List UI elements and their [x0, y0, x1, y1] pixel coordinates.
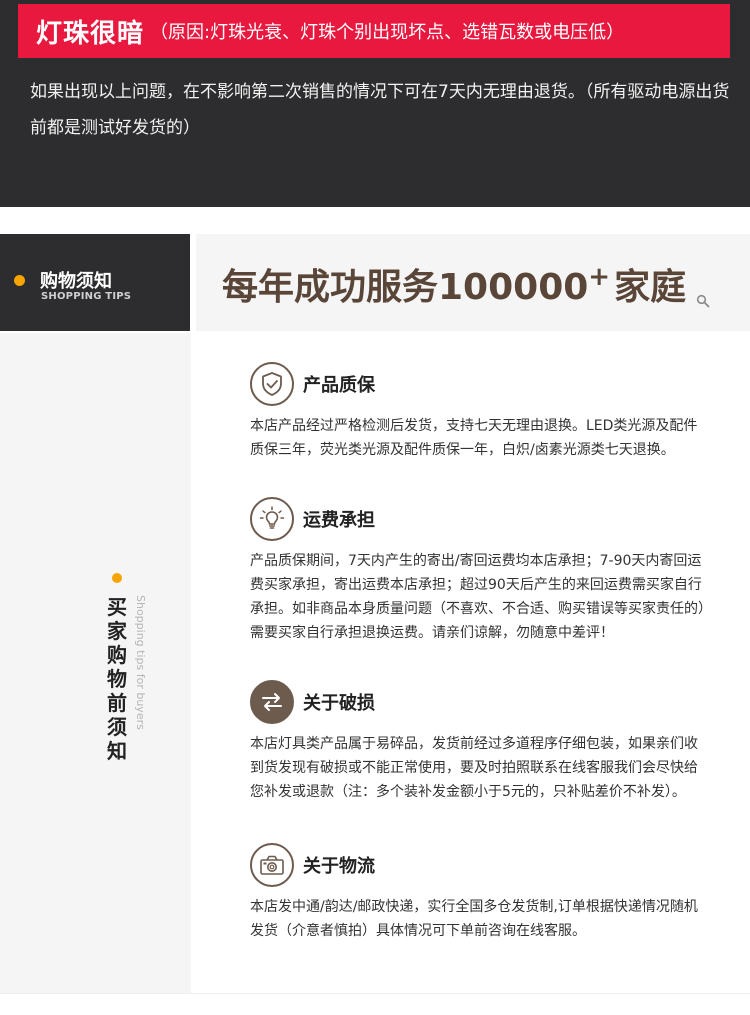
slogan-banner: 每年成功服务100000+ 家庭 [196, 234, 750, 331]
divider [0, 993, 750, 994]
section-damage: 关于破损 本店灯具类产品属于易碎品，发货前经过多道程序仔细包装，如果亲们收到货发… [250, 680, 710, 804]
sidebar-subtitle: Shopping tips for buyers [134, 595, 147, 730]
sidebar-title: 买家购物前须知 [107, 595, 127, 763]
camera-icon [250, 843, 294, 887]
slogan-text: 每年成功服务100000+ 家庭 [222, 258, 686, 310]
slogan-main: 每年成功服务100000 [222, 267, 589, 308]
slogan-plus: + [588, 262, 611, 292]
exchange-arrows-icon [250, 680, 294, 724]
section-shipping-fee: 运费承担 产品质保期间，7天内产生的寄出/寄回运费均本店承担；7-90天内寄回运… [250, 497, 710, 645]
tips-subtitle: SHOPPING TIPS [41, 291, 132, 302]
shield-check-icon [250, 362, 294, 406]
tips-title: 购物须知 [40, 271, 112, 292]
section-title: 关于物流 [303, 856, 375, 877]
slogan-suffix: 家庭 [614, 267, 687, 308]
banner-title: 灯珠很暗 [36, 18, 145, 49]
section-body: 本店发中通/韵达/邮政快递，实行全国多仓发货制,订单根据快递情况随机发货（介意者… [250, 899, 698, 939]
section-title: 产品质保 [303, 375, 375, 396]
bullet-dot-icon [112, 573, 122, 583]
section-title: 运费承担 [303, 510, 375, 531]
section-header: 运费承担 [250, 497, 710, 545]
bullet-dot-icon [14, 275, 25, 286]
section-body: 本店产品经过严格检测后发货，支持七天无理由退换。LED类光源及配件质保三年，荧光… [250, 418, 698, 458]
notice-panel: 灯珠很暗 （原因:灯珠光衰、灯珠个别出现坏点、选错瓦数或电压低） 如果出现以上问… [0, 0, 750, 207]
notice-text: 如果出现以上问题，在不影响第二次销售的情况下可在7天内无理由退货。（所有驱动电源… [30, 82, 730, 138]
section-header: 关于物流 [250, 843, 710, 891]
section-logistics: 关于物流 本店发中通/韵达/邮政快递，实行全国多仓发货制,订单根据快递情况随机发… [250, 843, 710, 943]
section-body: 产品质保期间，7天内产生的寄出/寄回运费均本店承担；7-90天内寄回运费买家承担… [250, 553, 705, 641]
section-title: 关于破损 [303, 693, 375, 714]
section-header: 产品质保 [250, 362, 710, 410]
magnifier-icon [696, 294, 710, 308]
lightbulb-icon [250, 497, 294, 541]
sidebar: 买家购物前须知 Shopping tips for buyers [0, 333, 191, 993]
notice-banner: 灯珠很暗 （原因:灯珠光衰、灯珠个别出现坏点、选错瓦数或电压低） [18, 4, 730, 58]
banner-reason: （原因:灯珠光衰、灯珠个别出现坏点、选错瓦数或电压低） [150, 22, 625, 43]
shopping-tips-badge: 购物须知 SHOPPING TIPS [0, 234, 190, 331]
section-header: 关于破损 [250, 680, 710, 728]
section-body: 本店灯具类产品属于易碎品，发货前经过多道程序仔细包装，如果亲们收到货发现有破损或… [250, 736, 698, 800]
section-warranty: 产品质保 本店产品经过严格检测后发货，支持七天无理由退换。LED类光源及配件质保… [250, 362, 710, 462]
